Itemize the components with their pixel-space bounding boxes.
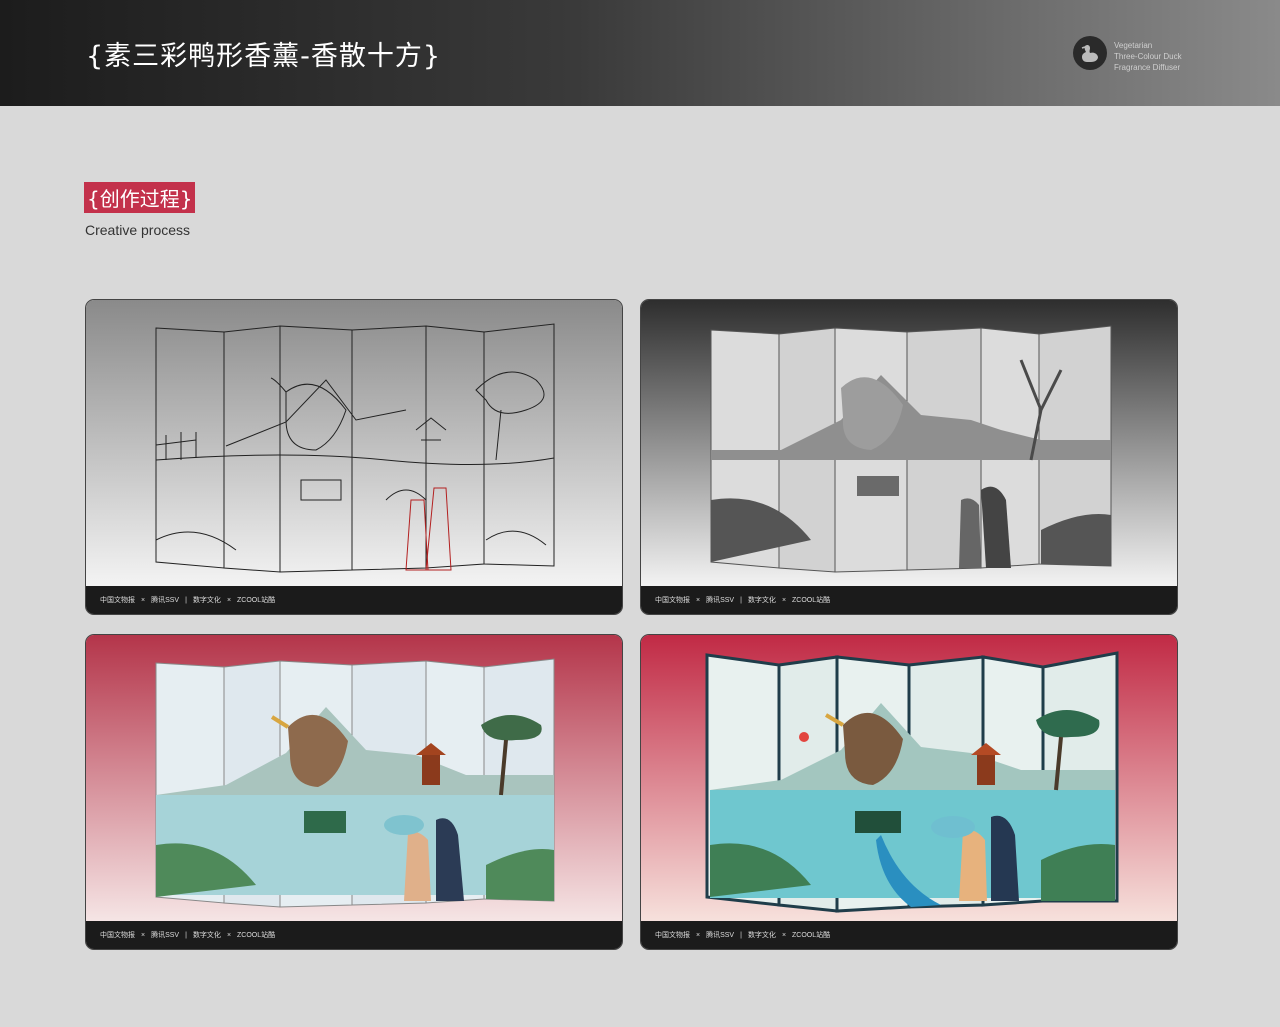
process-card-grayscale: 中国文物报 × 腾讯SSV | 数字文化 × ZCOOL站酷 [640, 299, 1178, 615]
footer-separator: × [696, 931, 701, 939]
grayscale-artwork [641, 300, 1177, 588]
footer-separator: × [781, 596, 787, 604]
footer-separator: | [740, 931, 742, 939]
page-title: {素三彩鸭形香薰-香散十方} [86, 41, 442, 72]
footer-separator: × [696, 596, 701, 604]
footer-separator: × [781, 931, 787, 939]
footer-logo-text: 数字文化 [747, 932, 776, 939]
footer-separator: | [185, 931, 187, 939]
brand-line: Three-Colour Duck [1114, 52, 1182, 61]
footer-logo-text: 腾讯SSV [151, 597, 180, 604]
footer-logo-text: ZCOOL站酷 [237, 932, 276, 939]
footer-separator: | [740, 596, 742, 604]
section-title: {创作过程} [84, 182, 196, 213]
sketch-artwork [86, 300, 622, 588]
footer-logo-text: 腾讯SSV [706, 932, 735, 939]
card-footer: 中国文物报 × 腾讯SSV | 数字文化 × ZCOOL站酷 [86, 921, 622, 949]
footer-logo-text: ZCOOL站酷 [792, 932, 831, 939]
brand-line: Vegetarian [1114, 41, 1153, 50]
footer-separator: × [141, 596, 146, 604]
footer-separator: × [141, 931, 146, 939]
process-card-final: 中国文物报 × 腾讯SSV | 数字文化 × ZCOOL站酷 [640, 634, 1178, 950]
brand-line: Fragrance Diffuser [1114, 63, 1181, 72]
footer-logo-text: 数字文化 [192, 597, 221, 604]
footer-separator: × [226, 931, 232, 939]
footer-logo-text: 腾讯SSV [151, 932, 180, 939]
footer-logo-text: 数字文化 [192, 932, 221, 939]
process-card-sketch: 中国文物报 × 腾讯SSV | 数字文化 × ZCOOL站酷 [85, 299, 623, 615]
footer-logo-text: 中国文物报 [100, 597, 135, 604]
footer-logo-text: 腾讯SSV [706, 597, 735, 604]
brand-text: Vegetarian Three-Colour Duck Fragrance D… [1114, 40, 1182, 73]
section-subtitle: Creative process [85, 222, 191, 238]
flat-color-artwork [86, 635, 622, 923]
footer-logo-text: ZCOOL站酷 [237, 597, 276, 604]
footer-logo-text: 中国文物报 [100, 932, 135, 939]
footer-separator: × [226, 596, 232, 604]
footer-logo-text: ZCOOL站酷 [792, 597, 831, 604]
process-card-flat-color: 中国文物报 × 腾讯SSV | 数字文化 × ZCOOL站酷 [85, 634, 623, 950]
final-artwork [641, 635, 1177, 923]
footer-logo-text: 数字文化 [747, 597, 776, 604]
card-footer: 中国文物报 × 腾讯SSV | 数字文化 × ZCOOL站酷 [641, 586, 1177, 614]
card-footer: 中国文物报 × 腾讯SSV | 数字文化 × ZCOOL站酷 [641, 921, 1177, 949]
duck-logo-icon [1073, 36, 1107, 70]
footer-logo-text: 中国文物报 [655, 597, 690, 604]
card-footer: 中国文物报 × 腾讯SSV | 数字文化 × ZCOOL站酷 [86, 586, 622, 614]
footer-logo-text: 中国文物报 [655, 932, 690, 939]
footer-separator: | [185, 596, 187, 604]
page-header: {素三彩鸭形香薰-香散十方} Vegetarian Three-Colour D… [0, 0, 1280, 106]
